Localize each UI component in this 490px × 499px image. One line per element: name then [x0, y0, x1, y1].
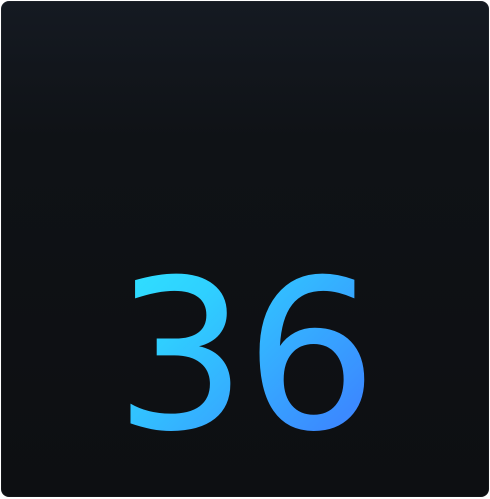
- number-tile: 36: [1, 1, 489, 497]
- tile-number: 36: [1, 253, 489, 461]
